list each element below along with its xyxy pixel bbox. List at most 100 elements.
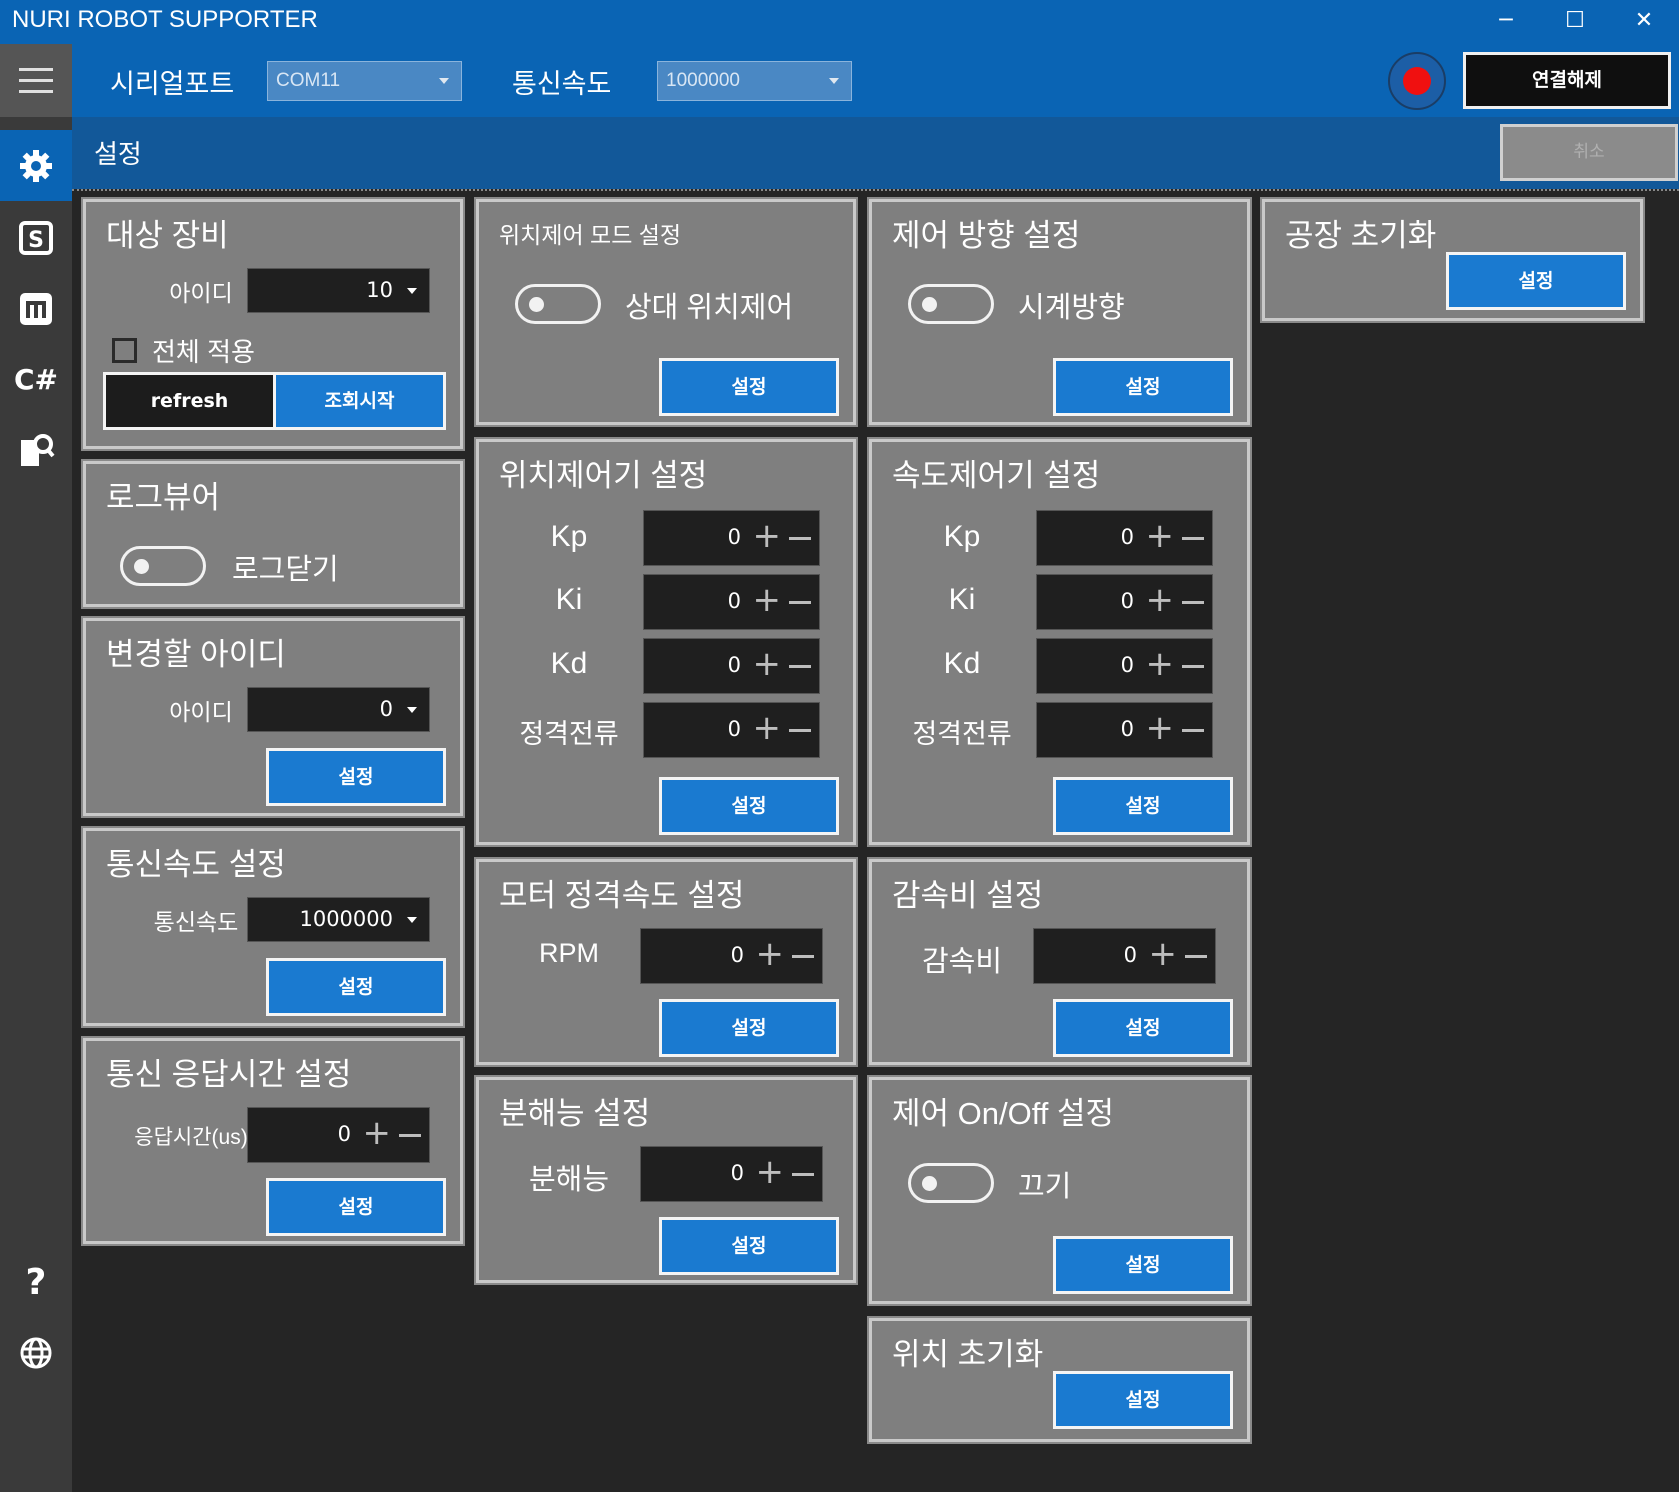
target-id-select[interactable]: 10 [247, 268, 430, 313]
resolution-stepper[interactable]: 0 + [640, 1146, 823, 1202]
set-response-time-button[interactable]: 설정 [266, 1178, 446, 1236]
panel-title: 위치제어기 설정 [499, 458, 708, 493]
sidebar-item-m[interactable] [0, 273, 72, 344]
kd-label: Kd [943, 647, 981, 680]
sidebar-item-s[interactable]: S [0, 202, 72, 273]
record-button[interactable] [1388, 52, 1446, 110]
set-resolution-button[interactable]: 설정 [659, 1217, 839, 1275]
minus-icon[interactable] [792, 1173, 814, 1176]
minus-icon[interactable] [789, 537, 811, 540]
plus-icon[interactable]: + [753, 711, 782, 745]
plus-icon[interactable]: + [1146, 519, 1175, 553]
sidebar-item-settings[interactable] [0, 130, 72, 201]
rated-current-stepper[interactable]: 0 + [643, 702, 820, 758]
set-position-mode-button[interactable]: 설정 [659, 358, 839, 416]
sidebar-item-csharp[interactable]: C# [0, 344, 72, 415]
minus-icon[interactable] [1182, 537, 1204, 540]
kd-value: 0 [1120, 653, 1134, 677]
minus-icon[interactable] [1182, 601, 1204, 604]
baud-rate-select[interactable]: 1000000 [657, 61, 852, 101]
plus-icon[interactable]: + [1146, 711, 1175, 745]
set-speed-controller-button[interactable]: 설정 [1053, 777, 1233, 835]
close-button[interactable]: ✕ [1624, 6, 1664, 36]
sidebar-item-docs[interactable] [0, 415, 72, 486]
maximize-button[interactable]: ☐ [1555, 6, 1595, 36]
plus-icon[interactable]: + [1149, 937, 1178, 971]
set-position-controller-button[interactable]: 설정 [659, 777, 839, 835]
set-control-onoff-button[interactable]: 설정 [1053, 1236, 1233, 1294]
reduction-ratio-stepper[interactable]: 0 + [1033, 928, 1216, 984]
rated-current-label: 정격전류 [519, 719, 619, 749]
set-baud-button[interactable]: 설정 [266, 958, 446, 1016]
relative-position-toggle[interactable] [515, 284, 601, 324]
baud-rate-field-select[interactable]: 1000000 [247, 897, 430, 942]
kp-stepper[interactable]: 0 + [643, 510, 820, 566]
plus-icon[interactable]: + [1146, 647, 1175, 681]
new-id-value: 0 [379, 697, 393, 721]
rated-current-stepper[interactable]: 0 + [1036, 702, 1213, 758]
ki-label: Ki [948, 583, 976, 616]
start-query-button[interactable]: 조회시작 [273, 372, 446, 430]
position-reset-button[interactable]: 설정 [1053, 1371, 1233, 1429]
kd-stepper[interactable]: 0 + [1036, 638, 1213, 694]
relative-position-label: 상대 위치제어 [625, 292, 794, 324]
plus-icon[interactable]: + [753, 583, 782, 617]
position-mode-panel: 위치제어 모드 설정 상대 위치제어 설정 [474, 197, 858, 427]
panel-title: 제어 방향 설정 [892, 218, 1081, 253]
ki-stepper[interactable]: 0 + [1036, 574, 1213, 630]
panel-title: 위치 초기화 [892, 1337, 1044, 1372]
sidebar-item-language[interactable] [0, 1317, 72, 1388]
set-direction-button[interactable]: 설정 [1053, 358, 1233, 416]
panel-title: 분해능 설정 [499, 1096, 651, 1131]
ki-stepper[interactable]: 0 + [643, 574, 820, 630]
set-reduction-ratio-button[interactable]: 설정 [1053, 999, 1233, 1057]
response-time-stepper[interactable]: 0 + [247, 1107, 430, 1163]
response-time-panel: 통신 응답시간 설정 응답시간(us) 0 + 설정 [81, 1036, 465, 1246]
minus-icon[interactable] [789, 729, 811, 732]
position-controller-panel: 위치제어기 설정 Kp 0 + Ki 0 + Kd 0 + 정격전류 0 + 설… [474, 437, 858, 847]
serial-port-select[interactable]: COM11 [267, 61, 462, 101]
kp-label: Kp [550, 520, 588, 553]
plus-icon[interactable]: + [363, 1116, 392, 1150]
minus-icon[interactable] [792, 955, 814, 958]
refresh-button[interactable]: refresh [103, 372, 276, 430]
minus-icon[interactable] [399, 1134, 421, 1137]
minus-icon[interactable] [789, 665, 811, 668]
target-device-panel: 대상 장비 아이디 10 전체 적용 refresh 조회시작 [81, 197, 465, 451]
set-id-button[interactable]: 설정 [266, 748, 446, 806]
minus-icon[interactable] [1182, 665, 1204, 668]
minus-icon[interactable] [789, 601, 811, 604]
target-id-value: 10 [366, 278, 393, 302]
set-motor-speed-button[interactable]: 설정 [659, 999, 839, 1057]
panel-title: 제어 On/Off 설정 [892, 1096, 1115, 1131]
plus-icon[interactable]: + [753, 519, 782, 553]
sidebar-item-help[interactable]: ? [0, 1247, 72, 1318]
disconnect-button[interactable]: 연결해제 [1463, 52, 1671, 109]
cancel-button[interactable]: 취소 [1500, 124, 1678, 181]
speed-controller-panel: 속도제어기 설정 Kp 0 + Ki 0 + Kd 0 + 정격전류 0 + 설… [867, 437, 1252, 847]
panel-title: 모터 정격속도 설정 [499, 878, 745, 913]
rpm-stepper[interactable]: 0 + [640, 928, 823, 984]
plus-icon[interactable]: + [1146, 583, 1175, 617]
rated-current-value: 0 [727, 717, 741, 741]
plus-icon[interactable]: + [756, 937, 785, 971]
plus-icon[interactable]: + [756, 1155, 785, 1189]
minus-icon[interactable] [1182, 729, 1204, 732]
direction-toggle[interactable] [908, 284, 994, 324]
minus-icon[interactable] [1185, 955, 1207, 958]
panel-title: 통신 응답시간 설정 [106, 1057, 352, 1092]
hamburger-menu-icon[interactable] [0, 44, 72, 117]
change-id-panel: 변경할 아이디 아이디 0 설정 [81, 616, 465, 818]
serial-port-label: 시리얼포트 [110, 69, 235, 99]
kd-stepper[interactable]: 0 + [643, 638, 820, 694]
kp-stepper[interactable]: 0 + [1036, 510, 1213, 566]
kd-label: Kd [550, 647, 588, 680]
factory-reset-button[interactable]: 설정 [1446, 252, 1626, 310]
log-toggle[interactable] [120, 546, 206, 586]
plus-icon[interactable]: + [753, 647, 782, 681]
minimize-button[interactable]: ─ [1486, 6, 1526, 36]
resolution-value: 0 [730, 1161, 744, 1185]
new-id-select[interactable]: 0 [247, 687, 430, 732]
control-onoff-toggle[interactable] [908, 1163, 994, 1203]
apply-all-checkbox[interactable] [112, 338, 137, 363]
